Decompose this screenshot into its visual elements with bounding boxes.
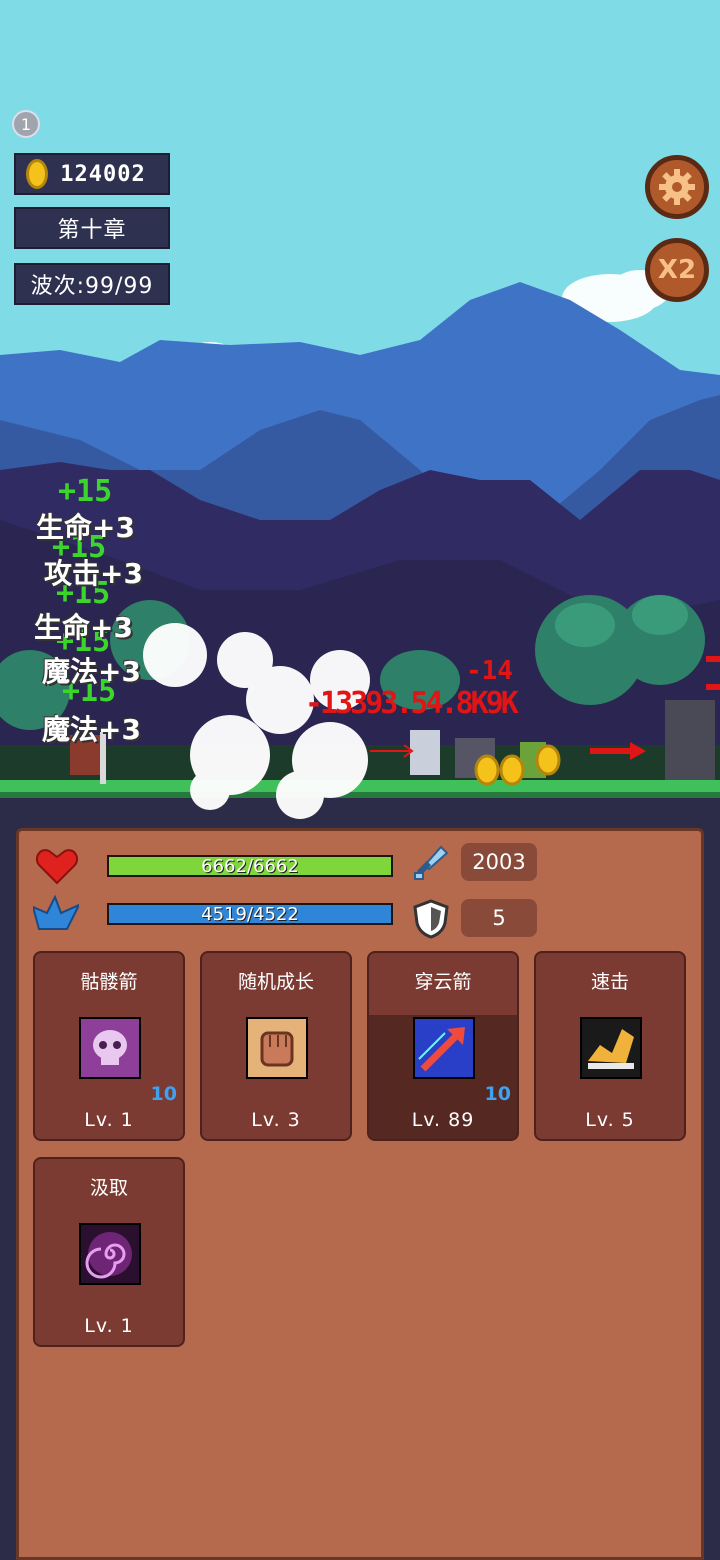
coin-counter: 124002 [14, 153, 170, 195]
damage-numbers: -13393.54.8K9K [305, 686, 519, 721]
stat-gain-text: 魔法+3 [42, 713, 141, 746]
skill-card[interactable]: 汲取 Lv. 1 [33, 1157, 185, 1347]
skill-name: 骷髅箭 [80, 971, 138, 993]
skill-level: Lv. 1 [84, 1109, 134, 1131]
settings-button[interactable] [645, 155, 709, 219]
skull-icon [79, 1017, 141, 1079]
hp-text: 6662/6662 [201, 856, 299, 877]
skill-card[interactable]: 骷髅箭 10 Lv. 1 [33, 951, 185, 1141]
damage-number: -14 [466, 656, 513, 686]
skill-name: 随机成长 [237, 971, 314, 993]
mp-bar: 4519/4522 [107, 903, 393, 925]
mana-icon [33, 895, 79, 930]
gear-icon [659, 169, 695, 205]
battle-scene: 1 124002 第十章 波次:99/99 X2 +15 +15 +15 +15… [0, 0, 720, 830]
skill-name: 穿云箭 [414, 971, 472, 993]
heart-icon [35, 849, 79, 885]
skill-name: 汲取 [89, 1177, 128, 1199]
skill-stack-count: 10 [484, 1083, 511, 1105]
stat-gain-text: 生命+3 [34, 611, 133, 644]
skill-level: Lv. 89 [411, 1109, 475, 1131]
skill-card[interactable]: 速击 Lv. 5 [534, 951, 686, 1141]
swift-strike-icon [580, 1017, 642, 1079]
heal-number: +15 [58, 474, 113, 509]
chapter-label: 第十章 [14, 207, 170, 249]
speed-label: X2 [657, 255, 697, 285]
skill-level: Lv. 5 [585, 1109, 635, 1131]
stat-gain-text: 魔法+3 [42, 655, 141, 688]
notification-badge[interactable]: 1 [12, 110, 40, 138]
sword-icon [414, 845, 449, 880]
skill-level: Lv. 1 [84, 1315, 134, 1337]
skill-card[interactable]: 随机成长 Lv. 3 [200, 951, 352, 1141]
skill-name: 速击 [590, 971, 629, 993]
fist-icon [246, 1017, 308, 1079]
skill-level: Lv. 3 [251, 1109, 301, 1131]
arrow-icon [413, 1017, 475, 1079]
stat-gain-text: 攻击+3 [44, 557, 143, 590]
vortex-icon [79, 1223, 141, 1285]
badge-count: 1 [20, 114, 32, 134]
skill-stack-count: 10 [150, 1083, 177, 1105]
coin-amount: 124002 [60, 161, 146, 187]
mp-text: 4519/4522 [201, 904, 299, 925]
skill-card-selected[interactable]: 穿云箭 10 Lv. 89 [367, 951, 519, 1141]
attack-value: 2003 [461, 843, 537, 881]
shield-icon [413, 899, 449, 939]
stats-panel: 6662/6662 4519/4522 2003 5 骷髅箭 10 Lv. 1 … [16, 828, 704, 1560]
defense-value: 5 [461, 899, 537, 937]
hp-bar: 6662/6662 [107, 855, 393, 877]
stat-gain-text: 生命+3 [36, 511, 135, 544]
coin-icon [26, 159, 48, 189]
speed-x2-button[interactable]: X2 [645, 238, 709, 302]
wave-counter: 波次:99/99 [14, 263, 170, 305]
